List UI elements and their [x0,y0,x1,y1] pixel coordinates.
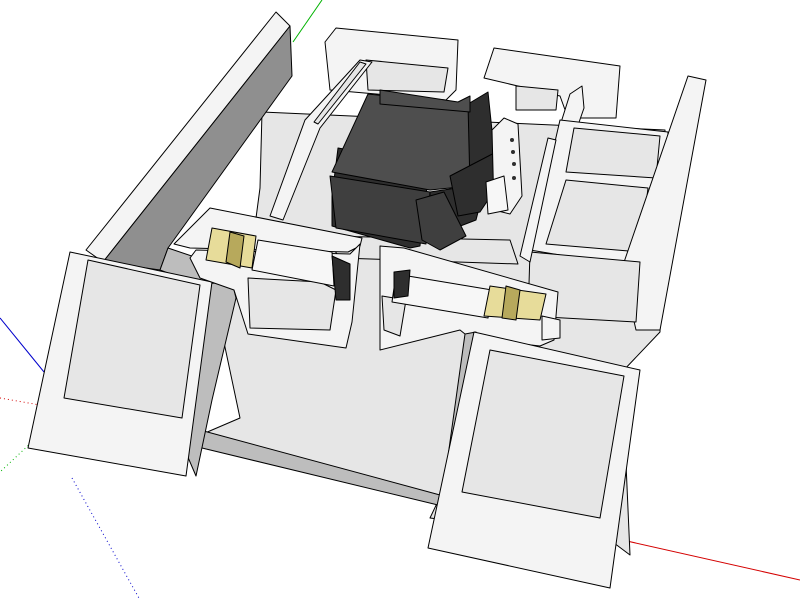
horn-hole [511,150,515,154]
front-right-flap[interactable] [427,331,641,589]
modeling-viewport[interactable] [0,0,800,600]
axis-green-solid [292,0,323,43]
axis-blue-solid [0,317,45,373]
rear-right-bracket[interactable] [483,47,621,119]
3d-model-canvas [0,0,800,600]
horn-hole [512,176,516,180]
horn-hole [512,162,516,166]
axis-red-dotted [0,397,41,406]
axis-blue-dotted [71,477,141,600]
horn-hole [510,138,514,142]
